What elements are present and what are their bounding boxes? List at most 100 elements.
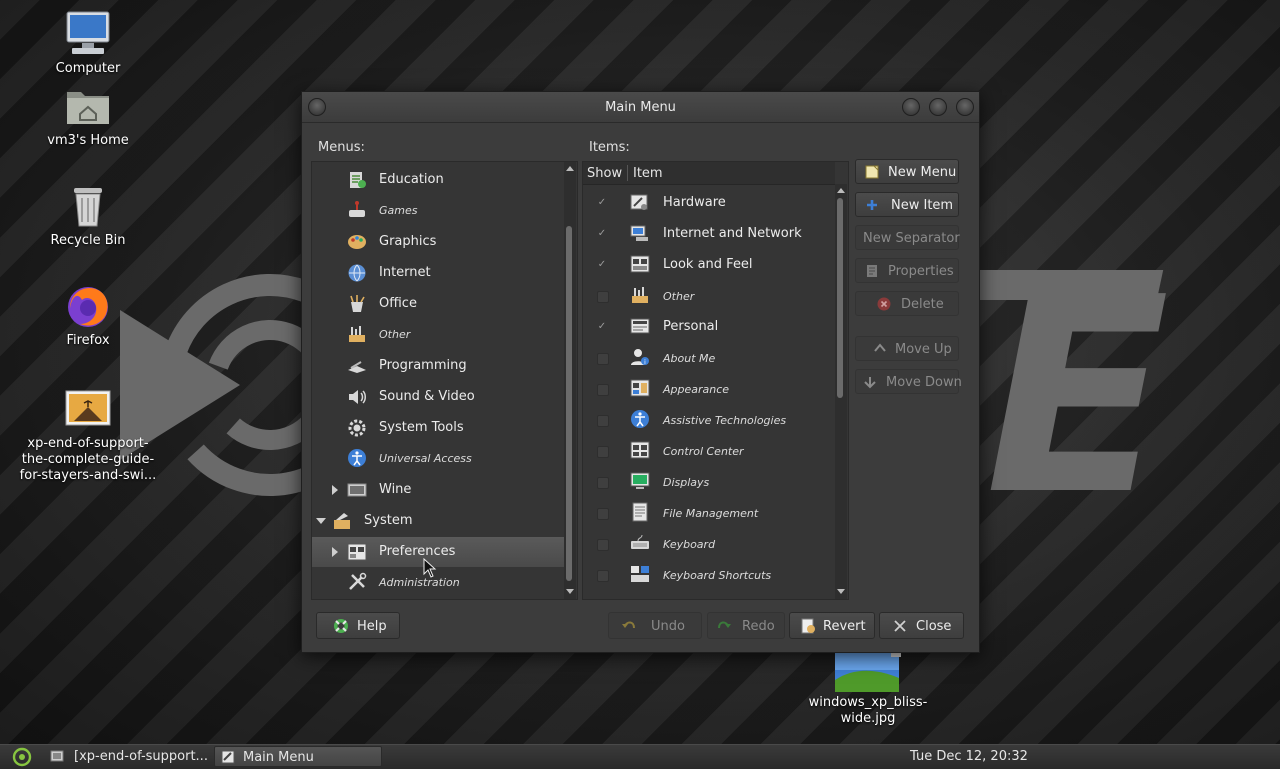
- close-window-button[interactable]: [956, 98, 974, 116]
- close-label: Close: [916, 619, 952, 634]
- item-row-personal[interactable]: ✓ Personal: [583, 311, 835, 342]
- items-scrollbar[interactable]: [835, 184, 847, 599]
- item-row-control-center[interactable]: Control Center: [583, 435, 835, 466]
- item-row-internet-and-network[interactable]: ✓ Internet and Network: [583, 218, 835, 249]
- item-row-file-management[interactable]: File Management: [583, 497, 835, 528]
- show-checkbox[interactable]: ✓: [597, 229, 607, 239]
- menu-item-games[interactable]: Games: [312, 195, 564, 225]
- item-row-other[interactable]: Other: [583, 280, 835, 311]
- file-management-icon: [632, 502, 648, 522]
- column-header-show[interactable]: Show: [587, 166, 622, 181]
- collapse-arrow-icon[interactable]: [316, 518, 326, 524]
- menu-item-wine[interactable]: Wine: [312, 475, 564, 505]
- desktop-icon-home[interactable]: vm3's Home: [13, 82, 163, 149]
- show-checkbox[interactable]: [597, 384, 609, 396]
- task-xp-file[interactable]: [xp-end-of-support...: [44, 746, 212, 767]
- show-checkbox[interactable]: [597, 415, 609, 427]
- show-checkbox[interactable]: ✓: [597, 260, 607, 270]
- menu-item-internet[interactable]: Internet: [312, 258, 564, 288]
- items-scroll-thumb[interactable]: [837, 198, 843, 398]
- keyboard-icon: [631, 534, 649, 549]
- menu-item-preferences[interactable]: Preferences: [312, 537, 564, 567]
- show-checkbox[interactable]: ✓: [597, 198, 607, 208]
- item-row-look-and-feel[interactable]: ✓ Look and Feel: [583, 249, 835, 280]
- delete-button[interactable]: Delete: [855, 291, 959, 316]
- office-icon: [350, 295, 365, 312]
- menus-tree[interactable]: Education Games Graphics Internet Office…: [311, 161, 578, 600]
- maximize-button[interactable]: [929, 98, 947, 116]
- scroll-up-arrow-icon[interactable]: [837, 188, 845, 193]
- menu-item-system-tools[interactable]: System Tools: [312, 413, 564, 443]
- desktop-icon-label: Computer: [55, 61, 121, 76]
- desktop-icon-computer[interactable]: Computer: [13, 10, 163, 77]
- menu-item-other[interactable]: Other: [312, 319, 564, 349]
- new-separator-button[interactable]: New Separator: [855, 225, 960, 250]
- scroll-down-arrow-icon[interactable]: [566, 589, 574, 594]
- menus-scroll-thumb[interactable]: [566, 226, 572, 581]
- minimize-button[interactable]: [902, 98, 920, 116]
- undo-button[interactable]: Undo: [608, 612, 702, 639]
- scroll-down-arrow-icon[interactable]: [837, 589, 845, 594]
- expand-arrow-icon[interactable]: [332, 547, 338, 557]
- expand-arrow-icon[interactable]: [332, 485, 338, 495]
- move-up-button[interactable]: Move Up: [855, 336, 959, 361]
- menus-scrollbar[interactable]: [564, 162, 576, 599]
- close-button[interactable]: Close: [879, 612, 964, 639]
- help-button[interactable]: Help: [316, 612, 400, 639]
- menu-item-graphics[interactable]: Graphics: [312, 227, 564, 257]
- menu-item-label: System Tools: [379, 420, 464, 435]
- move-down-button[interactable]: Move Down: [855, 369, 962, 394]
- menu-item-education[interactable]: Education: [312, 165, 564, 195]
- scroll-up-arrow-icon[interactable]: [566, 166, 574, 171]
- sound-video-icon: [349, 390, 366, 404]
- menu-item-sound-video[interactable]: Sound & Video: [312, 382, 564, 412]
- move-up-label: Move Up: [895, 342, 952, 357]
- menu-item-universal-access[interactable]: Universal Access: [312, 443, 564, 473]
- column-header-item[interactable]: Item: [633, 166, 663, 181]
- task-main-menu[interactable]: Main Menu: [214, 746, 382, 767]
- menu-launcher-icon[interactable]: [12, 747, 32, 767]
- show-checkbox[interactable]: ✓: [597, 322, 607, 332]
- item-row-keyboard[interactable]: Keyboard: [583, 528, 835, 559]
- item-row-about-me[interactable]: i About Me: [583, 342, 835, 373]
- menu-item-label: Education: [379, 172, 444, 187]
- menu-item-system[interactable]: System: [312, 506, 564, 536]
- desktop-icon-firefox[interactable]: Firefox: [13, 282, 163, 349]
- items-list[interactable]: Show Item ✓ Hardware ✓ Internet and Netw…: [582, 161, 849, 600]
- desktop-icon-recycle-bin[interactable]: Recycle Bin: [13, 182, 163, 249]
- desktop-icon-xp-file[interactable]: xp-end-of-support- the-complete-guide- f…: [13, 385, 163, 484]
- desktop-icon-bliss[interactable]: windows_xp_bliss- wide.jpg: [793, 650, 943, 727]
- show-checkbox[interactable]: [597, 446, 609, 458]
- show-checkbox[interactable]: [597, 291, 609, 303]
- item-row-hardware[interactable]: ✓ Hardware: [583, 187, 835, 218]
- help-icon: [334, 619, 348, 633]
- menu-item-administration[interactable]: Administration: [312, 567, 564, 597]
- item-row-displays[interactable]: Displays: [583, 466, 835, 497]
- revert-button[interactable]: Revert: [789, 612, 875, 639]
- new-menu-button[interactable]: New Menu: [855, 159, 959, 184]
- menu-item-label: Universal Access: [379, 452, 472, 465]
- desktop-icon-label-line: for-stayers-and-swi...: [19, 468, 157, 483]
- show-checkbox[interactable]: [597, 570, 609, 582]
- show-checkbox[interactable]: [597, 353, 609, 365]
- item-row-assistive-technologies[interactable]: Assistive Technologies: [583, 404, 835, 435]
- move-down-label: Move Down: [886, 375, 962, 390]
- education-icon: [350, 172, 366, 188]
- show-checkbox[interactable]: [597, 508, 609, 520]
- show-checkbox[interactable]: [597, 539, 609, 551]
- dialog-titlebar[interactable]: Main Menu: [302, 92, 979, 123]
- new-item-button[interactable]: New Item: [855, 192, 959, 217]
- item-row-keyboard-shortcuts[interactable]: Keyboard Shortcuts: [583, 559, 835, 590]
- new-menu-icon: [865, 165, 879, 179]
- desktop-icon-label-line: wide.jpg: [840, 711, 896, 726]
- item-row-appearance[interactable]: Appearance: [583, 373, 835, 404]
- clock[interactable]: Tue Dec 12, 20:32: [910, 749, 1028, 764]
- menu-item-programming[interactable]: Programming: [312, 351, 564, 381]
- menu-item-office[interactable]: Office: [312, 289, 564, 319]
- show-checkbox[interactable]: [597, 477, 609, 489]
- plus-icon: [867, 200, 877, 210]
- redo-button[interactable]: Redo: [707, 612, 785, 639]
- mate-wordmark-e: E: [985, 239, 1170, 554]
- properties-button[interactable]: Properties: [855, 258, 959, 283]
- network-icon: [630, 225, 648, 241]
